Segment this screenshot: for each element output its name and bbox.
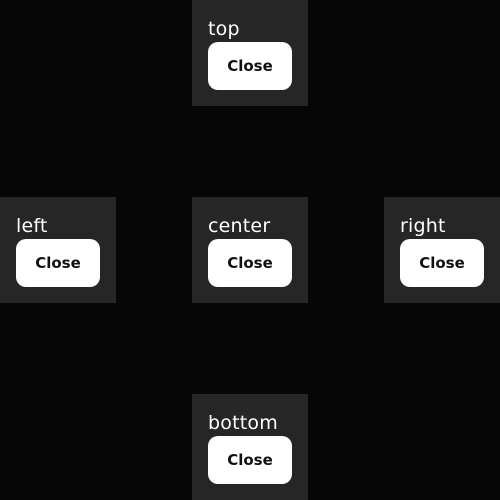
panel-right-close-button[interactable]: Close — [400, 239, 484, 287]
panel-bottom-label: bottom — [208, 412, 278, 434]
panel-bottom-close-button[interactable]: Close — [208, 436, 292, 484]
panel-center-label: center — [208, 215, 271, 237]
panel-center-close-button[interactable]: Close — [208, 239, 292, 287]
panel-bottom: bottom Close — [192, 394, 308, 500]
panel-top-label: top — [208, 18, 240, 40]
panel-left-close-button[interactable]: Close — [16, 239, 100, 287]
panel-right-label: right — [400, 215, 446, 237]
panel-top: top Close — [192, 0, 308, 106]
panel-left-label: left — [16, 215, 48, 237]
panel-left: left Close — [0, 197, 116, 303]
panel-top-close-button[interactable]: Close — [208, 42, 292, 90]
stage: top Close left Close center Close right … — [0, 0, 500, 500]
panel-center: center Close — [192, 197, 308, 303]
panel-right: right Close — [384, 197, 500, 303]
